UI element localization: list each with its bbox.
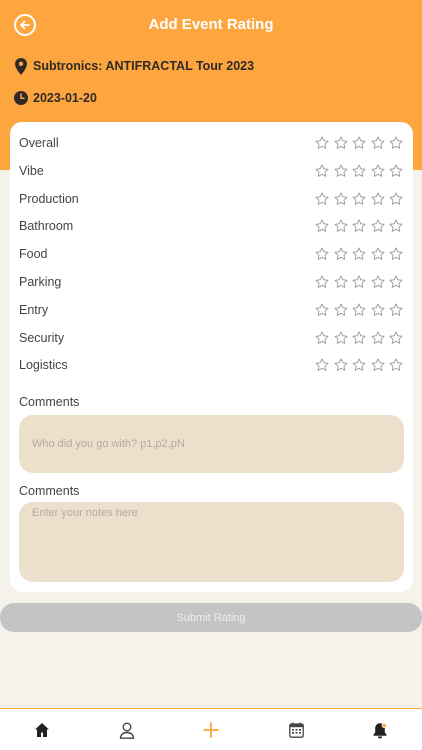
rating-label: Logistics xyxy=(19,358,68,373)
calendar-icon xyxy=(288,722,304,738)
star-icon[interactable] xyxy=(334,219,348,233)
nav-profile[interactable] xyxy=(116,719,138,741)
user-icon xyxy=(119,722,135,739)
rating-row-entry: Entry xyxy=(19,299,403,321)
rating-card: Overall Vibe Production Bathroom Food Parking… xyxy=(10,122,413,592)
star-icon[interactable] xyxy=(371,247,385,261)
star-icon[interactable] xyxy=(352,136,366,150)
rating-label: Production xyxy=(19,191,79,206)
notes-textarea[interactable] xyxy=(19,502,404,582)
star-icon[interactable] xyxy=(315,331,329,345)
star-icon[interactable] xyxy=(389,136,403,150)
star-rating xyxy=(311,247,404,261)
star-icon[interactable] xyxy=(371,275,385,289)
star-icon[interactable] xyxy=(334,275,348,289)
star-icon[interactable] xyxy=(334,303,348,317)
rating-row-vibe: Vibe xyxy=(19,160,403,182)
submit-rating-button[interactable]: Submit Rating xyxy=(0,603,422,632)
nav-calendar[interactable] xyxy=(285,719,307,741)
star-icon[interactable] xyxy=(334,164,348,178)
star-rating xyxy=(311,303,404,317)
star-icon[interactable] xyxy=(371,136,385,150)
star-icon[interactable] xyxy=(315,303,329,317)
star-icon[interactable] xyxy=(352,331,366,345)
star-icon[interactable] xyxy=(334,136,348,150)
star-rating xyxy=(311,164,404,178)
rating-row-food: Food xyxy=(19,243,403,265)
rating-row-logistics: Logistics xyxy=(19,354,403,376)
star-icon[interactable] xyxy=(352,192,366,206)
star-icon[interactable] xyxy=(389,164,403,178)
event-name-row: Subtronics: ANTIFRACTAL Tour 2023 xyxy=(14,57,254,75)
nav-notifications[interactable] xyxy=(369,719,391,741)
star-icon[interactable] xyxy=(334,247,348,261)
star-icon[interactable] xyxy=(371,164,385,178)
star-rating xyxy=(311,275,404,289)
rating-row-security: Security xyxy=(19,327,403,349)
companions-label: Comments xyxy=(19,395,80,409)
bottom-nav xyxy=(0,708,422,750)
star-rating xyxy=(311,136,404,150)
star-icon[interactable] xyxy=(334,192,348,206)
star-icon[interactable] xyxy=(334,331,348,345)
star-icon[interactable] xyxy=(315,164,329,178)
notes-label: Comments xyxy=(19,484,80,498)
star-icon[interactable] xyxy=(352,275,366,289)
rating-label: Entry xyxy=(19,302,49,317)
star-icon[interactable] xyxy=(352,219,366,233)
star-icon[interactable] xyxy=(371,358,385,372)
rating-row-production: Production xyxy=(19,188,403,210)
star-icon[interactable] xyxy=(389,303,403,317)
rating-row-parking: Parking xyxy=(19,271,403,293)
star-icon[interactable] xyxy=(315,192,329,206)
event-date-row: 2023-01-20 xyxy=(14,89,97,107)
rating-label: Vibe xyxy=(19,163,44,178)
rating-label: Food xyxy=(19,247,48,262)
rating-label: Overall xyxy=(19,136,59,150)
event-date: 2023-01-20 xyxy=(33,91,97,105)
star-icon[interactable] xyxy=(371,192,385,206)
rating-row-bathroom: Bathroom xyxy=(19,215,403,237)
star-icon[interactable] xyxy=(371,219,385,233)
companions-input[interactable] xyxy=(19,415,404,473)
map-pin-icon xyxy=(14,57,28,75)
rating-label: Bathroom xyxy=(19,219,74,234)
bell-icon xyxy=(373,722,387,738)
star-icon[interactable] xyxy=(389,358,403,372)
star-icon[interactable] xyxy=(371,303,385,317)
star-rating xyxy=(311,358,404,372)
star-icon[interactable] xyxy=(315,219,329,233)
page-title: Add Event Rating xyxy=(148,16,274,33)
star-icon[interactable] xyxy=(389,331,403,345)
event-name: Subtronics: ANTIFRACTAL Tour 2023 xyxy=(33,59,255,73)
star-icon[interactable] xyxy=(315,275,329,289)
star-icon[interactable] xyxy=(352,358,366,372)
star-icon[interactable] xyxy=(352,247,366,261)
rating-row-overall: Overall xyxy=(19,132,403,154)
star-icon[interactable] xyxy=(315,247,329,261)
star-icon[interactable] xyxy=(389,192,403,206)
star-icon[interactable] xyxy=(371,331,385,345)
clock-icon xyxy=(14,89,28,107)
star-icon[interactable] xyxy=(389,275,403,289)
star-rating xyxy=(311,331,404,345)
star-icon[interactable] xyxy=(334,358,348,372)
rating-label: Security xyxy=(19,330,65,345)
plus-icon xyxy=(203,722,219,738)
home-icon xyxy=(35,723,49,737)
star-icon[interactable] xyxy=(389,247,403,261)
star-icon[interactable] xyxy=(352,164,366,178)
nav-home[interactable] xyxy=(31,719,53,741)
star-rating xyxy=(311,219,404,233)
star-icon[interactable] xyxy=(389,219,403,233)
star-icon[interactable] xyxy=(315,136,329,150)
nav-add[interactable] xyxy=(200,719,222,741)
star-icon[interactable] xyxy=(315,358,329,372)
star-rating xyxy=(311,192,404,206)
rating-label: Parking xyxy=(19,275,62,289)
star-icon[interactable] xyxy=(352,303,366,317)
